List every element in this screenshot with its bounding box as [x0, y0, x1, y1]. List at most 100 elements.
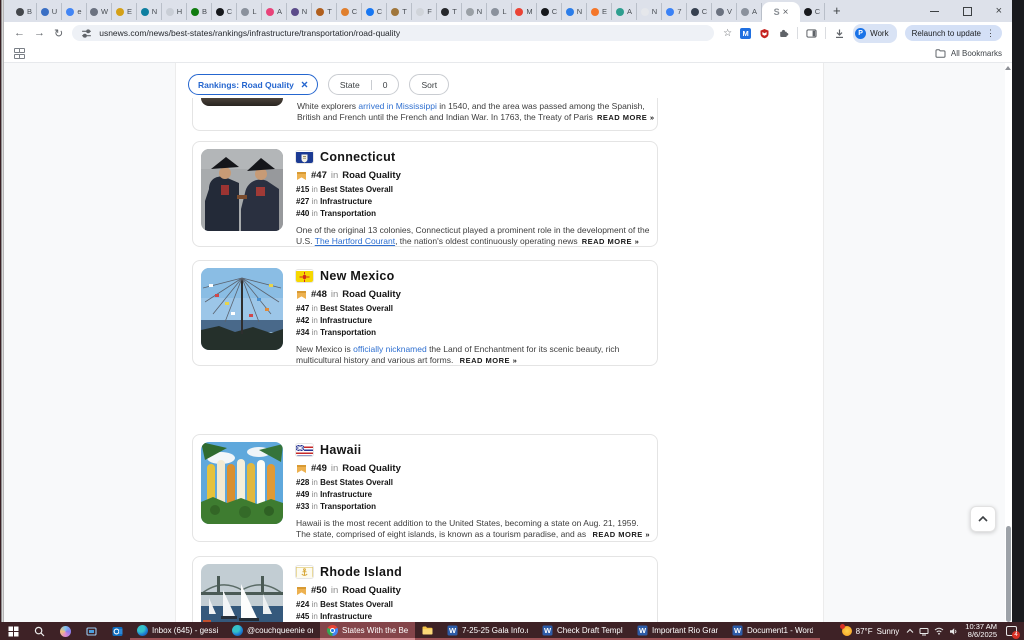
new-tab-button[interactable]: + [833, 3, 841, 18]
taskbar-edge-window[interactable]: Inbox (645) - gessin... [130, 622, 225, 640]
browser-tab[interactable]: T [437, 3, 462, 20]
scrollbar-up-arrow[interactable] [1005, 66, 1011, 70]
browser-tab[interactable]: A [612, 3, 637, 20]
page-right-gutter [823, 63, 1005, 622]
browser-tab[interactable]: H [162, 3, 187, 20]
browser-tab[interactable]: C [212, 3, 237, 20]
scroll-to-top-button[interactable] [970, 506, 996, 532]
close-icon[interactable]: × [996, 6, 1002, 17]
state-card-connecticut: Connecticut #47 in Road Quality #15 in B… [192, 141, 658, 247]
hartford-courant-link[interactable]: The Hartford Courant [315, 236, 395, 246]
tab-title: C [227, 7, 232, 16]
reload-icon[interactable]: ↻ [54, 27, 63, 40]
officially-nicknamed-link[interactable]: officially nicknamed [353, 344, 427, 354]
browser-tab[interactable]: T [312, 3, 337, 20]
browser-tab[interactable]: 7 [662, 3, 687, 20]
chip-close-icon[interactable] [301, 81, 308, 88]
taskbar-clock[interactable]: 10:37 AM 8/6/2025 [965, 623, 997, 640]
rankings-filter-chip[interactable]: Rankings: Road Quality [188, 74, 318, 95]
tray-net[interactable] [919, 627, 929, 636]
browser-tab[interactable]: E [112, 3, 137, 20]
read-more-link[interactable]: READ MORE » [592, 530, 650, 539]
browser-tab[interactable]: N [137, 3, 162, 20]
browser-tab[interactable]: N [462, 3, 487, 20]
read-more-link[interactable]: READ MORE » [582, 237, 640, 246]
tray-wifi[interactable] [934, 627, 944, 635]
tray-chevron[interactable] [906, 628, 914, 634]
url-bar[interactable]: usnews.com/news/best-states/rankings/inf… [72, 25, 714, 41]
read-more-link[interactable]: READ MORE » [597, 113, 655, 122]
active-tab[interactable]: S× [762, 2, 800, 22]
network-icon[interactable] [919, 627, 929, 636]
arrived-in-mississippi-link[interactable]: arrived in Mississippi [358, 101, 436, 111]
taskbar-word-window[interactable]: WCheck Draft Templa... [535, 622, 630, 640]
taskbar-search-button[interactable] [26, 622, 52, 640]
back-icon[interactable]: ← [14, 27, 25, 39]
browser-tab[interactable]: M [512, 3, 537, 20]
scrollbar-thumb[interactable] [1006, 526, 1011, 622]
site-settings-icon[interactable] [81, 28, 92, 39]
browser-tab[interactable]: A [737, 3, 762, 20]
taskbar-chrome-window[interactable]: States With the Bes... [320, 622, 415, 640]
tab-groups-icon[interactable] [14, 48, 23, 59]
mcafee-shield-extension-icon[interactable] [759, 28, 770, 39]
taskbar-taskview-button[interactable] [78, 622, 104, 640]
sort-chip[interactable]: Sort [409, 74, 449, 95]
browser-tab[interactable]: L [237, 3, 262, 20]
browser-tab[interactable]: W [87, 3, 112, 20]
tab-favicon [341, 8, 349, 16]
taskbar-edge-window[interactable]: @couchqueenie on... [225, 622, 320, 640]
bookmark-star-icon[interactable]: ☆ [723, 28, 732, 39]
read-more-link[interactable]: READ MORE » [460, 356, 518, 365]
browser-tab[interactable]: B [187, 3, 212, 20]
browser-tab[interactable]: N [562, 3, 587, 20]
side-panel-icon[interactable] [806, 28, 817, 39]
browser-tab[interactable]: V [712, 3, 737, 20]
word-icon: W [447, 625, 458, 636]
browser-tab[interactable]: U [37, 3, 62, 20]
extensions-puzzle-icon[interactable] [778, 28, 789, 39]
taskbar-weather-widget[interactable]: 87°F Sunny [842, 626, 900, 636]
taskbar-explorer-button[interactable] [415, 622, 440, 640]
taskbar-word-window[interactable]: W7-25-25 Gala Info.d... [440, 622, 535, 640]
forward-icon[interactable]: → [34, 27, 45, 39]
browser-tab[interactable]: B [12, 3, 37, 20]
taskbar-start-button[interactable] [0, 622, 26, 640]
tray-chevron-up-icon[interactable] [906, 628, 914, 634]
download-icon[interactable] [834, 28, 845, 39]
tab-close-icon[interactable]: × [783, 7, 789, 18]
browser-tab[interactable]: C [800, 3, 825, 20]
browser-tab[interactable]: F [412, 3, 437, 20]
page-scrollbar[interactable] [1004, 63, 1012, 622]
browser-tab[interactable]: C [337, 3, 362, 20]
relaunch-to-update-button[interactable]: Relaunch to update ⋮ [905, 25, 1002, 41]
browser-tab[interactable]: T [387, 3, 412, 20]
tray-vol[interactable] [949, 627, 958, 636]
browser-tab[interactable]: e [62, 3, 87, 20]
malwarebytes-extension-icon[interactable]: M [740, 28, 751, 39]
browser-tab[interactable]: A [262, 3, 287, 20]
browser-tab[interactable]: C [687, 3, 712, 20]
browser-tab[interactable]: N [637, 3, 662, 20]
tab-title: N [477, 7, 482, 16]
taskbar-word-window[interactable]: WImportant Rio Gran... [630, 622, 725, 640]
profile-chip[interactable]: P Work [853, 24, 897, 43]
kebab-menu-icon[interactable]: ⋮ [986, 28, 995, 39]
notification-center-button[interactable]: 4 [1004, 624, 1019, 638]
maximize-icon[interactable] [963, 7, 972, 16]
taskbar-copilot-button[interactable] [52, 622, 78, 640]
volume-icon[interactable] [949, 627, 958, 636]
browser-tab[interactable]: C [362, 3, 387, 20]
browser-tab[interactable]: N [287, 3, 312, 20]
minimize-icon[interactable] [930, 11, 939, 12]
browser-tab[interactable]: E [587, 3, 612, 20]
tab-title: H [177, 7, 182, 16]
tab-favicon [391, 8, 399, 16]
wifi-icon[interactable] [934, 627, 944, 635]
browser-tab[interactable]: C [537, 3, 562, 20]
taskbar-outlook-button[interactable] [104, 622, 130, 640]
all-bookmarks-button[interactable]: All Bookmarks [935, 48, 1002, 59]
browser-tab[interactable]: L [487, 3, 512, 20]
taskbar-word-window[interactable]: WDocument1 - Word [725, 622, 820, 640]
state-filter-chip[interactable]: State 0 [328, 74, 400, 95]
